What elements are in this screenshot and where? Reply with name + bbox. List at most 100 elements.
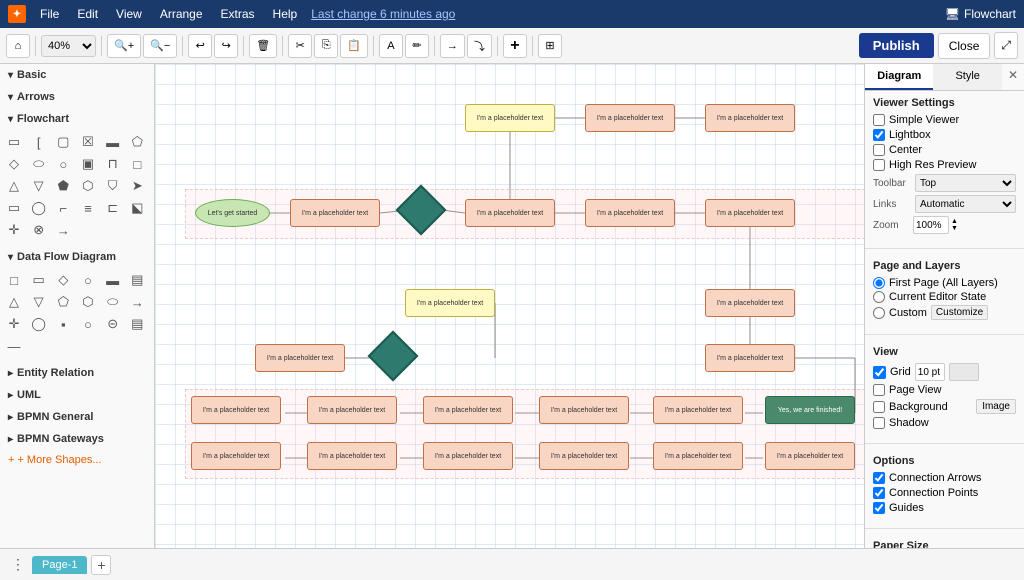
df-cross[interactable]: ✛ xyxy=(4,314,24,334)
center-checkbox[interactable] xyxy=(873,144,885,156)
shape-diamond[interactable]: ◇ xyxy=(4,154,24,174)
format-button[interactable]: A xyxy=(379,34,403,58)
df-circle[interactable]: ○ xyxy=(78,270,98,290)
zoom-select[interactable]: 40%50%75%100% xyxy=(41,35,96,57)
close-button[interactable]: Close xyxy=(938,33,991,59)
conn-arrows-checkbox[interactable] xyxy=(873,472,885,484)
node-n12[interactable]: I'm a placeholder text xyxy=(255,344,345,372)
shape-dbl-line[interactable]: ≡ xyxy=(78,198,98,218)
image-button[interactable]: Image xyxy=(976,399,1016,414)
shape-rounded[interactable]: ▢ xyxy=(53,132,73,152)
node-n22[interactable]: I'm a placeholder text xyxy=(307,442,397,470)
node-n3[interactable]: I'm a placeholder text xyxy=(705,104,795,132)
bottom-menu-button[interactable]: ⋮ xyxy=(8,555,28,575)
node-n2[interactable]: I'm a placeholder text xyxy=(585,104,675,132)
custom-radio[interactable] xyxy=(873,307,885,319)
shape-angled[interactable]: ⬠ xyxy=(127,132,147,152)
menu-view[interactable]: View xyxy=(108,4,150,24)
sidebar-section-bpmn-gen[interactable]: BPMN General xyxy=(0,406,154,428)
node-n26[interactable]: I'm a placeholder text xyxy=(765,442,855,470)
zoom-in-button[interactable]: 🔍+ xyxy=(107,34,141,58)
node-n17[interactable]: I'm a placeholder text xyxy=(423,396,513,424)
tab-diagram[interactable]: Diagram xyxy=(865,64,933,90)
df-rect[interactable]: □ xyxy=(4,270,24,290)
sidebar-section-entity[interactable]: Entity Relation xyxy=(0,362,154,384)
shape-pentagon[interactable]: ⬟ xyxy=(53,176,73,196)
node-n9[interactable]: I'm a placeholder text xyxy=(705,199,795,227)
sidebar-section-flowchart[interactable]: Flowchart xyxy=(0,108,154,130)
df-arrow[interactable]: → xyxy=(127,292,147,312)
publish-button[interactable]: Publish xyxy=(859,33,934,58)
shape-plain-rect[interactable]: □ xyxy=(127,154,147,174)
df-wide[interactable]: ▬ xyxy=(103,270,123,290)
node-n14[interactable]: I'm a placeholder text xyxy=(705,344,795,372)
shape-rounded-2[interactable]: ▭ xyxy=(4,198,24,218)
node-n23[interactable]: I'm a placeholder text xyxy=(423,442,513,470)
cut-button[interactable]: ✂ xyxy=(288,34,312,58)
sidebar-section-data-flow[interactable]: Data Flow Diagram xyxy=(0,246,154,268)
sidebar-section-arrows[interactable]: Arrows xyxy=(0,86,154,108)
node-n24[interactable]: I'm a placeholder text xyxy=(539,442,629,470)
current-editor-radio[interactable] xyxy=(873,291,885,303)
shape-hexagon[interactable]: ⬡ xyxy=(78,176,98,196)
shape-crossed-circle[interactable]: ⊗ xyxy=(29,220,49,240)
node-n11[interactable]: I'm a placeholder text xyxy=(705,289,795,317)
node-n16[interactable]: I'm a placeholder text xyxy=(307,396,397,424)
insert-button[interactable]: + xyxy=(503,34,527,58)
lightbox-checkbox[interactable] xyxy=(873,129,885,141)
shape-bracket[interactable]: [ xyxy=(29,132,49,152)
page-view-checkbox[interactable] xyxy=(873,384,885,396)
node-diamond2[interactable] xyxy=(368,331,419,382)
node-n21[interactable]: I'm a placeholder text xyxy=(191,442,281,470)
shape-shield[interactable]: ⛉ xyxy=(103,176,123,196)
undo-button[interactable]: ↩ xyxy=(188,34,212,58)
home-button[interactable]: ⌂ xyxy=(6,34,30,58)
df-rounded[interactable]: ▭ xyxy=(29,270,49,290)
shape-delay[interactable]: ⊏ xyxy=(103,198,123,218)
arrow-button[interactable]: → xyxy=(440,34,465,58)
sidebar-section-uml[interactable]: UML xyxy=(0,384,154,406)
shape-ellipse[interactable]: ◯ xyxy=(29,198,49,218)
menu-help[interactable]: Help xyxy=(265,4,306,24)
first-page-radio[interactable] xyxy=(873,277,885,289)
zoom-out-button[interactable]: 🔍− xyxy=(143,34,177,58)
links-select[interactable]: AutomaticNew TabSame Tab xyxy=(915,195,1016,213)
shape-wide[interactable]: ▬ xyxy=(103,132,123,152)
node-n7[interactable]: I'm a placeholder text xyxy=(465,199,555,227)
grid-checkbox[interactable] xyxy=(873,366,886,379)
shape-rect[interactable]: ▭ xyxy=(4,132,24,152)
shape-triangle-down[interactable]: ▽ xyxy=(29,176,49,196)
conn-points-checkbox[interactable] xyxy=(873,487,885,499)
sidebar-section-bpmn-gw[interactable]: BPMN Gateways xyxy=(0,428,154,450)
page-1-tab[interactable]: Page-1 xyxy=(32,556,87,574)
df-cylinder[interactable]: ⊝ xyxy=(103,314,123,334)
paste-button[interactable]: 📋 xyxy=(340,34,368,58)
df-big-circ[interactable]: ○ xyxy=(78,314,98,334)
df-dark-cyl[interactable]: ▤ xyxy=(127,314,147,334)
shape-oval[interactable]: ⬭ xyxy=(29,154,49,174)
node-n19[interactable]: I'm a placeholder text xyxy=(653,396,743,424)
node-n4[interactable]: Let's get started xyxy=(195,199,270,227)
shape-triangle-up[interactable]: △ xyxy=(4,176,24,196)
shape-x[interactable]: ☒ xyxy=(78,132,98,152)
sidebar-section-basic[interactable]: Basic xyxy=(0,64,154,86)
node-n10[interactable]: I'm a placeholder text xyxy=(405,289,495,317)
zoom-input[interactable] xyxy=(913,216,949,234)
node-n15[interactable]: I'm a placeholder text xyxy=(191,396,281,424)
toolbar-select[interactable]: TopBottomLeftRight xyxy=(915,174,1016,192)
tab-style[interactable]: Style xyxy=(933,64,1001,90)
node-n1[interactable]: I'm a placeholder text xyxy=(465,104,555,132)
df-sq2[interactable]: ▪ xyxy=(53,314,73,334)
df-angled[interactable]: ⬠ xyxy=(53,292,73,312)
guides-checkbox[interactable] xyxy=(873,502,885,514)
shadow-checkbox[interactable] xyxy=(873,417,885,429)
menu-file[interactable]: File xyxy=(32,4,67,24)
shape-cross[interactable]: ✛ xyxy=(4,220,24,240)
shape-arrow-right[interactable]: → xyxy=(53,220,73,240)
canvas-area[interactable]: I'm a placeholder text I'm a placeholder… xyxy=(155,64,864,548)
fullscreen-button[interactable]: ⤢ xyxy=(994,32,1018,59)
waypoint-button[interactable]: ⤵ xyxy=(467,34,492,58)
last-change-link[interactable]: Last change 6 minutes ago xyxy=(311,7,455,21)
redo-button[interactable]: ↪ xyxy=(214,34,238,58)
zoom-spinners[interactable]: ▲▼ xyxy=(951,218,958,232)
